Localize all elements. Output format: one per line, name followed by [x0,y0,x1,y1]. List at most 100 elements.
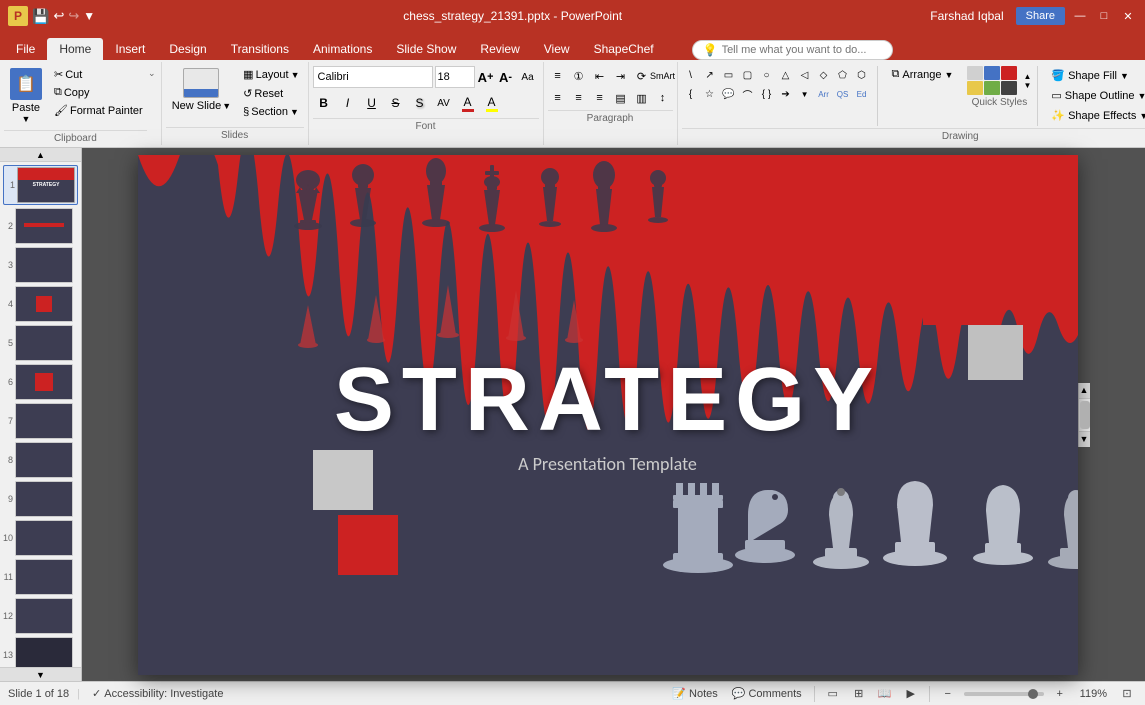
save-icon[interactable]: 💾 [32,8,49,25]
thumbnail-1[interactable]: 1 STRATEGY [3,165,78,205]
thumbnail-10[interactable]: 10 [3,520,78,556]
qs-swatch-4[interactable] [967,81,983,95]
layout-dropdown[interactable]: ▼ [291,70,300,80]
thumbnail-11[interactable]: 11 [3,559,78,595]
font-name-input[interactable] [313,66,433,88]
tab-home[interactable]: Home [47,38,103,60]
copy-button[interactable]: ⧉ Copy [50,84,147,101]
shape-edit[interactable]: Ed [853,85,871,103]
highlight-button[interactable]: A [481,92,503,114]
shape-effects-button[interactable]: ✨ Shape Effects ▼ [1044,106,1145,125]
line-spacing-button[interactable]: ↕ [653,88,673,108]
arrange-dropdown[interactable]: ▼ [945,70,954,80]
tell-me-input[interactable] [722,44,882,56]
thumbnail-8[interactable]: 8 [3,442,78,478]
shape-line[interactable]: \ [682,66,700,84]
thumbnail-7[interactable]: 7 [3,403,78,439]
decrease-font-button[interactable]: A- [497,68,515,86]
slide-sorter-btn[interactable]: ⊞ [849,686,869,702]
thumbnail-9[interactable]: 9 [3,481,78,517]
tab-slideshow[interactable]: Slide Show [384,38,468,60]
section-button[interactable]: § Section ▼ [239,104,303,120]
notes-button[interactable]: 📝 Notes [668,686,721,701]
shape-triangle[interactable]: △ [777,66,795,84]
clipboard-collapse[interactable]: ⌄ [147,64,157,143]
shape-rect[interactable]: ▭ [720,66,738,84]
font-color-button[interactable]: A [457,92,479,114]
layout-button[interactable]: ▦ Layout ▼ [239,66,303,83]
qs-down[interactable]: ▼ [1023,82,1031,90]
thumbnail-6[interactable]: 6 [3,364,78,400]
shape-ellipse[interactable]: ○ [758,66,776,84]
shape-pentagon[interactable]: ⬠ [834,66,852,84]
cut-button[interactable]: ✂ Cut [50,66,147,83]
qs-swatch-5[interactable] [984,81,1000,95]
decrease-indent-button[interactable]: ⇤ [590,66,610,86]
slideshow-btn[interactable]: ▶ [901,686,921,702]
thumb-scroll-down[interactable]: ▼ [0,667,81,681]
new-slide-dropdown[interactable]: ▼ [222,101,231,111]
zoom-out-btn[interactable]: − [938,686,958,702]
char-spacing-button[interactable]: AV [433,92,455,114]
thumbnail-5[interactable]: 5 [3,325,78,361]
shape-arc[interactable]: ⌒ [739,85,757,103]
justify-button[interactable]: ▤ [611,88,631,108]
scroll-thumb[interactable] [1080,401,1090,429]
shape-diamond[interactable]: ◇ [815,66,833,84]
shape-callout[interactable]: 💬 [720,85,738,103]
fill-dropdown[interactable]: ▼ [1120,71,1129,81]
increase-font-button[interactable]: A+ [477,68,495,86]
tab-animations[interactable]: Animations [301,38,384,60]
increase-indent-button[interactable]: ⇥ [611,66,631,86]
strikethrough-button[interactable]: S [385,92,407,114]
underline-button[interactable]: U [361,92,383,114]
undo-icon[interactable]: ↩ [53,8,64,24]
thumbnail-2[interactable]: 2 [3,208,78,244]
shape-rounded-rect[interactable]: ▢ [739,66,757,84]
bullets-button[interactable]: ≡ [548,66,568,86]
qs-up[interactable]: ▲ [1023,73,1031,81]
thumbnail-12[interactable]: 12 [3,598,78,634]
thumb-scroll-up[interactable]: ▲ [0,148,81,162]
tab-shapechef[interactable]: ShapeChef [582,38,666,60]
fit-slide-btn[interactable]: ⊡ [1117,686,1137,702]
paste-button[interactable]: 📋 Paste ▼ [4,64,48,128]
tab-design[interactable]: Design [157,38,218,60]
qs-swatch-3[interactable] [1001,66,1017,80]
numbering-button[interactable]: ① [569,66,589,86]
shadow-button[interactable]: S [409,92,431,114]
zoom-in-btn[interactable]: + [1050,686,1070,702]
maximize-button[interactable]: □ [1095,7,1113,25]
shape-block-arrow[interactable]: ➔ [777,85,795,103]
thumbnail-3[interactable]: 3 [3,247,78,283]
shape-curly[interactable]: { [682,85,700,103]
customize-icon[interactable]: ▼ [83,9,95,23]
new-slide-button[interactable]: New Slide ▼ [166,64,237,116]
shape-fill-button[interactable]: 🪣 Shape Fill ▼ [1044,66,1145,85]
align-center-button[interactable]: ≡ [569,88,589,108]
slide-canvas[interactable]: STRATEGY A Presentation Template [138,155,1078,675]
qs-swatch-2[interactable] [984,66,1000,80]
scroll-down-btn[interactable]: ▼ [1079,431,1090,447]
tab-review[interactable]: Review [468,38,531,60]
shape-outline-button[interactable]: ▭ Shape Outline ▼ [1044,86,1145,105]
tab-transitions[interactable]: Transitions [219,38,301,60]
share-button[interactable]: Share [1016,7,1065,25]
section-dropdown[interactable]: ▼ [290,107,299,117]
shape-more[interactable]: ▼ [796,85,814,103]
paste-dropdown[interactable]: ▼ [22,114,31,124]
align-right-button[interactable]: ≡ [590,88,610,108]
comments-button[interactable]: 💬 Comments [728,686,806,701]
tab-file[interactable]: File [4,38,47,60]
convert-smartart-button[interactable]: SmArt [653,66,673,86]
normal-view-btn[interactable]: ▭ [823,686,843,702]
shape-hexagon[interactable]: ⬡ [853,66,871,84]
format-painter-button[interactable]: 🖌 Format Painter [50,102,147,119]
font-size-input[interactable] [435,66,475,88]
zoom-thumb[interactable] [1028,689,1038,699]
zoom-level[interactable]: 119% [1076,687,1111,701]
redo-icon[interactable]: ↪ [68,8,79,24]
shape-formula[interactable]: { } [758,85,776,103]
reading-view-btn[interactable]: 📖 [875,686,895,702]
arrange-button[interactable]: ⧉ Arrange ▼ [884,66,962,83]
